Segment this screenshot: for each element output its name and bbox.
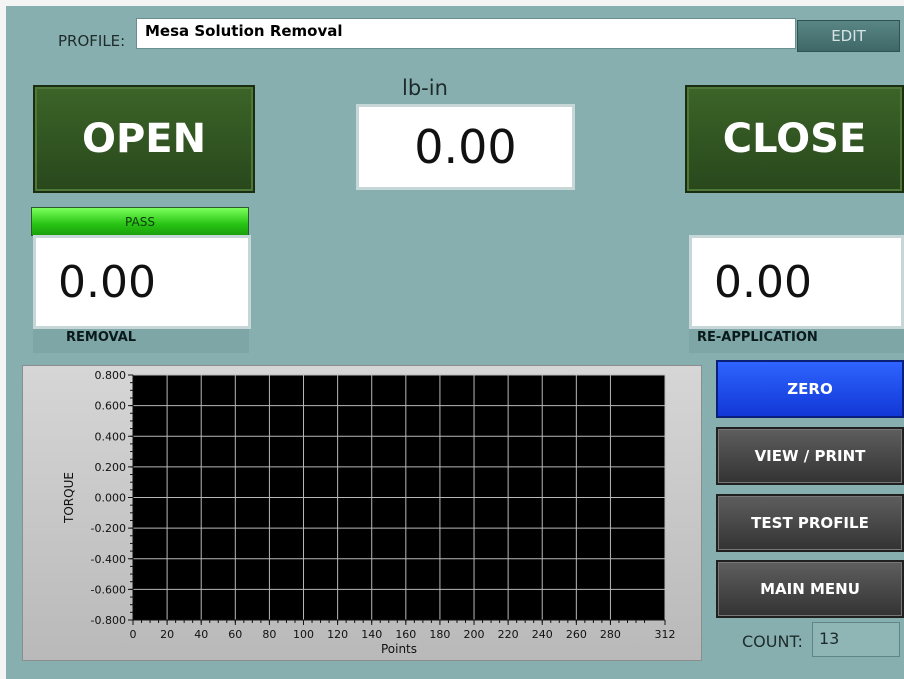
x-tick-label: 60 [228,628,242,641]
x-tick-label: 140 [361,628,382,641]
x-tick-label: 312 [655,628,676,641]
x-tick-label: 200 [464,628,485,641]
y-tick-label: 0.200 [95,461,127,474]
removal-label: REMOVAL [66,330,137,345]
x-tick-label: 280 [600,628,621,641]
count-label: COUNT: [742,632,803,651]
zero-button[interactable]: ZERO [716,360,904,418]
main-menu-button[interactable]: MAIN MENU [716,560,904,618]
x-tick-label: 100 [293,628,314,641]
torque-unit-label: lb-in [402,76,448,100]
profile-label: PROFILE: [58,32,126,50]
y-tick-label: 0.400 [95,430,127,443]
edit-profile-button[interactable]: EDIT [797,20,900,52]
x-tick-label: 240 [532,628,553,641]
y-tick-label: -0.200 [91,522,126,535]
x-tick-label: 20 [160,628,174,641]
pass-indicator: PASS [31,207,249,236]
y-tick-label: -0.600 [91,583,126,596]
reapplication-value: 0.00 [689,235,904,329]
removal-value: 0.00 [33,235,251,329]
x-tick-label: 80 [262,628,276,641]
torque-chart-svg: 0 20 40 60 80 100 120 140 160 180 200 220 240 260 280 3… [62,369,676,656]
close-button[interactable]: CLOSE [685,85,904,193]
x-tick-label: 180 [429,628,450,641]
count-field: 13 [812,622,900,657]
x-tick-label: 220 [498,628,519,641]
torque-chart: 0 20 40 60 80 100 120 140 160 180 200 220 240 260 280 3… [22,365,702,661]
torque-readout: 0.00 [356,104,575,190]
x-tick-label: 120 [327,628,348,641]
y-tick-label: 0.600 [95,400,127,413]
x-axis-title: Points [381,642,417,656]
y-tick-label: 0.000 [95,492,127,505]
x-tick-label: 0 [130,628,137,641]
y-tick-label: 0.800 [95,369,127,382]
x-tick-label: 260 [566,628,587,641]
view-print-button[interactable]: VIEW / PRINT [716,427,904,485]
profile-field[interactable]: Mesa Solution Removal [136,18,796,49]
x-tick-label: 160 [395,628,416,641]
y-tick-label: -0.400 [91,553,126,566]
test-profile-button[interactable]: TEST PROFILE [716,494,904,552]
reapplication-label: RE-APPLICATION [697,330,818,345]
open-button[interactable]: OPEN [33,85,255,193]
y-axis-title: TORQUE [62,472,76,524]
y-tick-label: -0.800 [91,614,126,627]
x-tick-label: 40 [194,628,208,641]
